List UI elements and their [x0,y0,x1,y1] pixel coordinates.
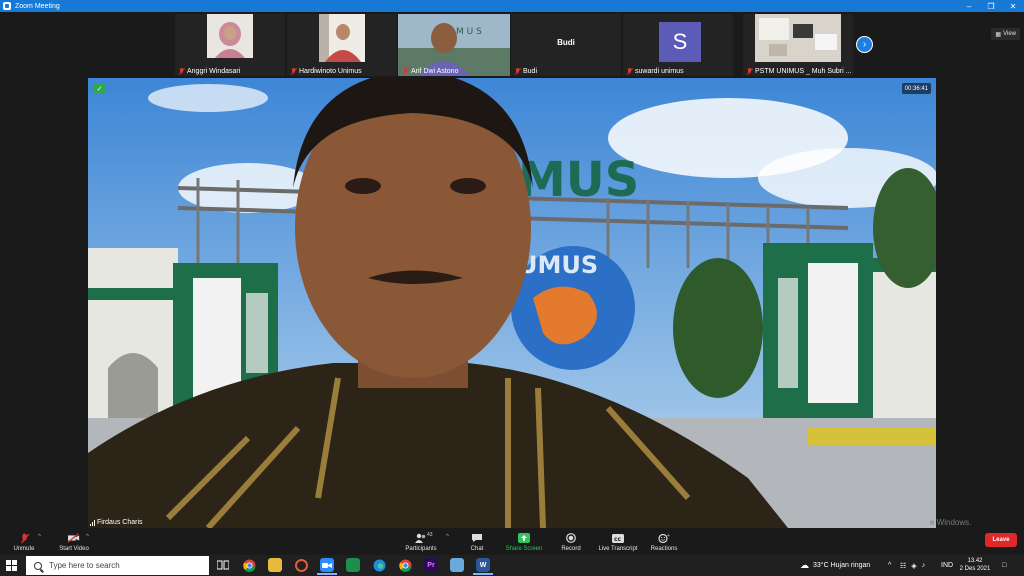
participant-tile[interactable]: Hardiwinoto Unimus [287,14,397,76]
window-title: Zoom Meeting [15,2,60,10]
edge-icon[interactable] [372,558,386,572]
grid-icon: ▦ [995,31,1002,38]
globe-text: UMUS [518,251,598,279]
spreadsheet-app-icon[interactable] [346,558,360,572]
view-button[interactable]: ▦ View [991,28,1020,40]
window-titlebar: Zoom Meeting – ❐ ✕ [0,0,1024,12]
wifi-icon[interactable]: ◈ [911,562,916,570]
signal-strength-icon [90,519,95,526]
participants-icon: 43 [415,532,433,543]
close-icon[interactable]: ✕ [1002,0,1024,12]
participant-tile[interactable]: PSTM UNIMUS _ Muh Subri ... [743,14,853,76]
input-language[interactable]: IND [941,555,953,576]
participant-name: Budi [515,68,537,75]
encryption-shield-icon[interactable]: ✓ [94,83,105,94]
notification-center-icon[interactable]: □ [1002,555,1006,576]
windows-taskbar: Type here to search Pr W ☁ 33°C Hujan ri… [0,555,1024,576]
restore-icon[interactable]: ❐ [980,0,1002,12]
taskbar-search-box[interactable]: Type here to search [26,556,209,575]
share-screen-button[interactable]: Share Screen [504,528,544,555]
participant-video-thumbnail [207,14,253,58]
participants-count: 43 [427,532,433,538]
participant-name: Hardiwinoto Unimus [291,68,362,75]
active-speaker-video: MUS UMUS ✓ 00:36:41 Firdaus Charis [88,78,936,528]
activate-windows-watermark: e Windows. [930,518,972,527]
meeting-toolbar: Unmute ^ Start Video ^ 43 Participants ^… [0,528,1024,555]
reactions-button[interactable]: + Reactions [648,528,680,555]
unmute-button[interactable]: Unmute [6,528,42,555]
mic-muted-icon [747,68,752,75]
camera-off-icon [68,533,80,543]
mic-muted-icon [627,68,632,75]
mic-muted-icon [515,68,520,75]
weather-widget[interactable]: ☁ 33°C Hujan ringan [800,555,870,576]
cloud-rain-icon: ☁ [800,560,809,570]
next-page-button[interactable]: › [856,36,873,53]
participant-display-label: Budi [557,38,575,47]
search-placeholder: Type here to search [49,561,120,570]
participant-tile[interactable]: Budi Budi [511,14,621,76]
word-icon[interactable]: W [473,558,493,575]
participant-tile[interactable]: S suwardi unimus [623,14,733,76]
file-explorer-icon[interactable] [268,558,282,572]
network-icon[interactable]: ☷ [900,562,906,570]
meeting-timer: 00:36:41 [901,83,931,94]
zoom-taskbar-icon[interactable] [317,558,337,575]
video-options-caret[interactable]: ^ [86,534,89,540]
mic-muted-icon [291,68,296,75]
participant-tile[interactable]: M U S Arif Dwi Astono [398,14,510,76]
participant-name: Anggri Windasari [179,68,240,75]
windows-start-icon[interactable] [6,560,17,571]
participant-name: Arif Dwi Astono [403,68,458,75]
microphone-muted-icon [18,533,30,543]
start-video-button[interactable]: Start Video [56,528,92,555]
app-icon[interactable] [294,558,308,572]
app-icon[interactable] [450,558,464,572]
participant-name: suwardi unimus [627,68,684,75]
avatar: S [659,22,701,62]
chrome-icon[interactable] [242,558,256,572]
clock-date: 2 Des 2021 [959,566,991,572]
minimize-icon[interactable]: – [958,0,980,12]
show-hidden-icons-caret[interactable]: ^ [888,555,891,576]
participant-tile[interactable]: Anggri Windasari [175,14,285,76]
speaker-name-label: Firdaus Charis [90,519,143,526]
window-controls: – ❐ ✕ [958,0,1024,12]
participants-button[interactable]: 43 Participants [400,528,442,555]
svg-text:+: + [667,533,671,539]
participant-video-thumbnail [755,14,841,62]
participants-options-caret[interactable]: ^ [446,534,449,540]
leave-button[interactable]: Leave [985,533,1017,547]
svg-text:cc: cc [614,536,622,543]
record-icon [565,533,577,543]
participant-video-thumbnail: M U S [398,14,510,76]
search-icon [34,561,42,570]
smiley-plus-icon: + [658,533,670,543]
zoom-app-icon [3,2,11,10]
mic-muted-icon [403,68,408,75]
task-view-icon[interactable] [216,558,230,572]
mic-muted-icon [179,68,184,75]
svg-text:M U S: M U S [456,27,482,37]
speaker-video-frame: MUS UMUS [88,78,936,528]
system-tray-icons: ☷ ◈ ♪ [900,555,925,576]
chrome-icon[interactable] [398,558,412,572]
chevron-right-icon: › [862,39,867,50]
record-button[interactable]: Record [556,528,586,555]
participant-name: PSTM UNIMUS _ Muh Subri ... [747,68,851,75]
participant-video-thumbnail [319,14,365,62]
chat-button[interactable]: Chat [462,528,492,555]
taskbar-clock[interactable]: 13.42 2 Des 2021 [958,557,992,573]
premiere-pro-icon[interactable]: Pr [424,558,438,572]
live-transcript-button[interactable]: cc Live Transcript [596,528,640,555]
audio-options-caret[interactable]: ^ [38,534,41,540]
share-screen-icon [518,533,530,543]
participant-strip: Anggri Windasari Hardiwinoto Unimus M U … [0,12,1024,78]
closed-caption-icon: cc [612,533,624,543]
chat-bubble-icon [471,533,483,543]
campus-sign: MUS [518,152,639,208]
volume-icon[interactable]: ♪ [922,562,926,569]
clock-time: 13.42 [967,558,983,564]
